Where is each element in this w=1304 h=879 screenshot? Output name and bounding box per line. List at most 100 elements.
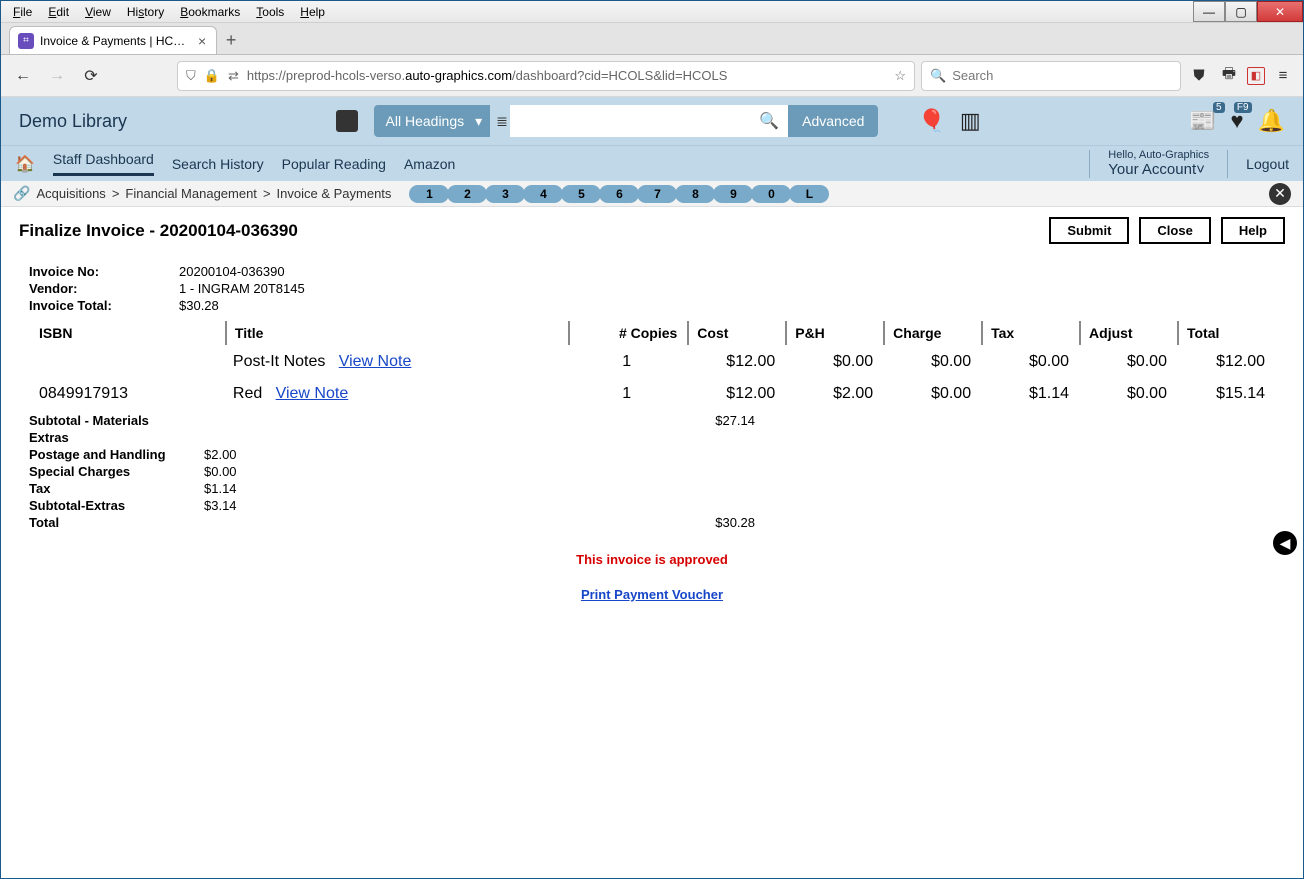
tab-close-icon[interactable]: × — [196, 33, 208, 49]
menu-view[interactable]: View — [77, 3, 119, 21]
tax-label: Tax — [29, 481, 204, 496]
reload-button[interactable]: ⟳ — [77, 62, 105, 90]
nav-amazon[interactable]: Amazon — [404, 156, 455, 172]
catalog-search-input[interactable] — [510, 105, 750, 137]
th-title: Title — [225, 321, 566, 345]
extras-label: Extras — [29, 430, 204, 445]
view-note-link[interactable]: View Note — [339, 353, 412, 370]
cell-title: Post-It Notes — [233, 353, 325, 370]
back-button[interactable]: ← — [9, 62, 37, 90]
page-title: Finalize Invoice - 20200104-036390 — [19, 221, 298, 241]
pocket-icon[interactable]: ⛊ — [1187, 64, 1211, 88]
chip-8[interactable]: 8 — [675, 185, 715, 203]
home-icon[interactable]: 🏠 — [15, 154, 35, 174]
breadcrumb-acquisitions[interactable]: Acquisitions — [36, 186, 105, 201]
close-panel-icon[interactable]: ✕ — [1269, 183, 1291, 205]
chip-1[interactable]: 1 — [409, 185, 449, 203]
chip-3[interactable]: 3 — [485, 185, 525, 203]
chip-4[interactable]: 4 — [523, 185, 563, 203]
th-isbn: ISBN — [31, 321, 223, 345]
th-cost: Cost — [687, 321, 783, 345]
address-bar[interactable]: ⛉ 🔒 ⇄ https://preprod-hcols-verso.auto-g… — [177, 61, 915, 91]
menu-help[interactable]: Help — [292, 3, 333, 21]
collapse-arrow-icon[interactable]: ◀ — [1273, 531, 1297, 555]
window-maximize-button[interactable]: ▢ — [1225, 1, 1257, 22]
browser-tab[interactable]: ⌗ Invoice & Payments | HCOLS | H × — [9, 26, 217, 54]
ph-label: Postage and Handling — [29, 447, 204, 462]
sc-value: $0.00 — [204, 464, 264, 479]
logout-link[interactable]: Logout — [1246, 156, 1289, 172]
extension-icon[interactable]: ◧ — [1247, 67, 1265, 85]
session-chips: 1 2 3 4 5 6 7 8 9 0 L — [411, 185, 829, 203]
app-header: Demo Library All Headings ≣ 🔍 Advanced 🎈… — [1, 97, 1303, 145]
subtotal-extras-label: Subtotal-Extras — [29, 498, 204, 513]
search-scope-dropdown[interactable]: All Headings — [374, 105, 491, 137]
chip-7[interactable]: 7 — [637, 185, 677, 203]
chip-0[interactable]: 0 — [751, 185, 791, 203]
view-note-link[interactable]: View Note — [276, 385, 349, 402]
value-vendor: 1 - INGRAM 20T8145 — [179, 281, 305, 296]
url-domain: auto-graphics.com — [405, 68, 512, 83]
hamburger-menu-icon[interactable]: ≡ — [1271, 64, 1295, 88]
help-button[interactable]: Help — [1221, 217, 1285, 244]
chip-9[interactable]: 9 — [713, 185, 753, 203]
lock-icon: 🔒 — [204, 68, 220, 84]
forward-button[interactable]: → — [43, 62, 71, 90]
nav-popular-reading[interactable]: Popular Reading — [282, 156, 386, 172]
ph-value: $2.00 — [204, 447, 264, 462]
search-placeholder: Search — [952, 68, 993, 83]
catalog-search-button[interactable]: 🔍 — [750, 105, 788, 137]
print-voucher-link[interactable]: Print Payment Voucher — [581, 587, 723, 602]
browser-toolbar: ← → ⟳ ⛉ 🔒 ⇄ https://preprod-hcols-verso.… — [1, 55, 1303, 97]
subtotal-materials-label: Subtotal - Materials — [29, 413, 204, 428]
cell-title: Red — [233, 385, 262, 402]
th-ph: P&H — [785, 321, 881, 345]
account-dropdown[interactable]: Your Account˅ — [1108, 161, 1209, 178]
database-icon[interactable]: ≣ — [490, 113, 510, 130]
new-tab-button[interactable]: + — [217, 26, 245, 54]
cell-isbn: 0849917913 — [31, 379, 223, 409]
print-icon[interactable]: 🖶 — [1217, 64, 1241, 88]
balloon-icon[interactable]: 🎈 — [918, 108, 945, 134]
chip-2[interactable]: 2 — [447, 185, 487, 203]
favicon-icon: ⌗ — [18, 33, 34, 49]
chip-5[interactable]: 5 — [561, 185, 601, 203]
breadcrumb-financial[interactable]: Financial Management — [125, 186, 257, 201]
menu-file[interactable]: File — [5, 3, 40, 21]
tab-title: Invoice & Payments | HCOLS | H — [40, 34, 190, 48]
language-icon[interactable] — [336, 110, 358, 132]
browser-search-field[interactable]: 🔍 Search — [921, 61, 1181, 91]
app-nav: 🏠 Staff Dashboard Search History Popular… — [1, 145, 1303, 181]
label-invoice-no: Invoice No: — [29, 264, 179, 279]
menu-history[interactable]: History — [119, 3, 172, 21]
grand-total-value: $30.28 — [715, 515, 1275, 530]
nav-staff-dashboard[interactable]: Staff Dashboard — [53, 151, 154, 176]
url-path: /dashboard?cid=HCOLS&lid=HCOLS — [512, 68, 727, 83]
news-icon[interactable]: 📰5 — [1189, 108, 1216, 134]
browser-tabstrip: ⌗ Invoice & Payments | HCOLS | H × + — [1, 23, 1303, 55]
close-button[interactable]: Close — [1139, 217, 1210, 244]
menu-bookmarks[interactable]: Bookmarks — [172, 3, 248, 21]
cell-copies: 1 — [568, 379, 685, 409]
menu-edit[interactable]: Edit — [40, 3, 77, 21]
th-total: Total — [1177, 321, 1273, 345]
chip-l[interactable]: L — [789, 185, 829, 203]
window-close-button[interactable]: ✕ — [1257, 1, 1303, 22]
submit-button[interactable]: Submit — [1049, 217, 1129, 244]
table-row: Post-It Notes View Note 1 $12.00 $0.00 $… — [31, 347, 1273, 377]
favorites-icon[interactable]: ♥F9 — [1231, 108, 1244, 134]
notifications-icon[interactable]: 🔔 — [1258, 108, 1285, 134]
bookmark-star-icon[interactable]: ☆ — [894, 68, 906, 84]
window-minimize-button[interactable]: — — [1193, 1, 1225, 22]
cell-charge: $0.00 — [883, 347, 979, 377]
cell-tax: $1.14 — [981, 379, 1077, 409]
chip-6[interactable]: 6 — [599, 185, 639, 203]
nav-search-history[interactable]: Search History — [172, 156, 264, 172]
cell-adjust: $0.00 — [1079, 347, 1175, 377]
barcode-icon[interactable]: ▥ — [960, 108, 981, 134]
search-icon: 🔍 — [930, 68, 946, 84]
shield-icon: ⛉ — [186, 68, 196, 84]
breadcrumb-invoice[interactable]: Invoice & Payments — [277, 186, 392, 201]
menu-tools[interactable]: Tools — [248, 3, 292, 21]
advanced-search-button[interactable]: Advanced — [788, 105, 878, 137]
